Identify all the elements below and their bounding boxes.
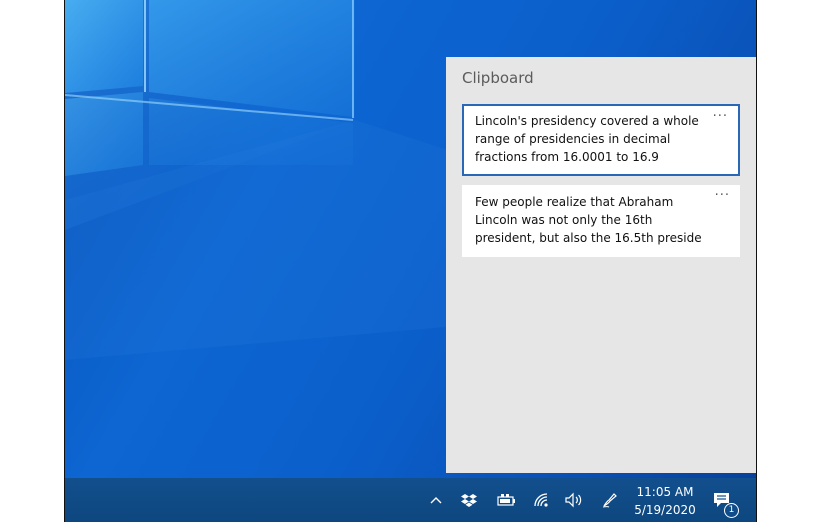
chevron-up-icon[interactable]	[425, 478, 447, 522]
battery-icon[interactable]	[493, 478, 519, 522]
action-center-icon[interactable]: 1	[709, 478, 739, 522]
clipboard-title: Clipboard	[462, 69, 534, 87]
taskbar-clock[interactable]: 11:05 AM 5/19/2020	[627, 483, 703, 519]
clipboard-item-text: Few people realize that Abraham Lincoln …	[475, 195, 702, 245]
clock-time: 11:05 AM	[636, 485, 694, 499]
volume-icon[interactable]	[561, 478, 587, 522]
desktop-screen: Clipboard Lincoln's presidency covered a…	[64, 0, 757, 522]
clock-date: 5/19/2020	[634, 503, 696, 517]
clipboard-panel: Clipboard Lincoln's presidency covered a…	[446, 57, 756, 473]
notification-count-badge: 1	[724, 503, 739, 518]
dropbox-icon[interactable]	[457, 478, 481, 522]
taskbar: 11:05 AM 5/19/2020 1	[65, 478, 756, 522]
pen-icon[interactable]	[597, 478, 623, 522]
clipboard-item[interactable]: Lincoln's presidency covered a whole ran…	[462, 104, 740, 176]
wifi-icon[interactable]	[529, 478, 555, 522]
more-options-icon[interactable]: ···	[713, 110, 728, 124]
more-options-icon[interactable]: ···	[715, 189, 730, 203]
clipboard-item[interactable]: Few people realize that Abraham Lincoln …	[462, 185, 740, 257]
clipboard-item-text: Lincoln's presidency covered a whole ran…	[475, 114, 699, 164]
